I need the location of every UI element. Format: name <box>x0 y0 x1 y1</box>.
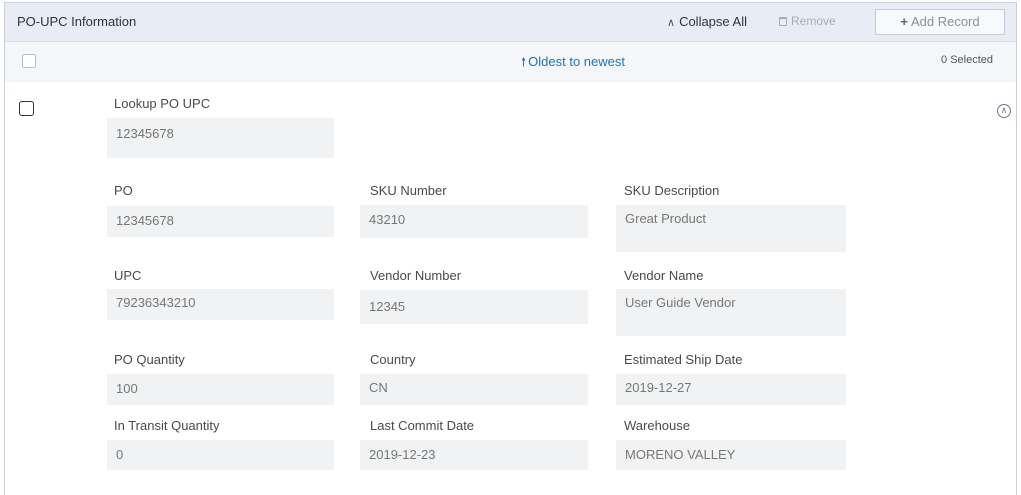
vendor-number-field: 12345 <box>360 290 588 324</box>
country-field: CN <box>360 374 588 405</box>
sku-number-label: SKU Number <box>370 183 447 198</box>
lookup-po-upc-label: Lookup PO UPC <box>114 96 211 111</box>
collapse-all-label: Collapse All <box>679 14 747 29</box>
po-label: PO <box>114 183 133 198</box>
vendor-number-label: Vendor Number <box>370 268 462 283</box>
add-record-label: Add Record <box>910 14 980 29</box>
lookup-po-upc-field[interactable]: 12345678 <box>107 118 334 158</box>
remove-button[interactable]: Remove <box>779 14 836 28</box>
panel-header: PO-UPC Information ∧ Collapse All Remove … <box>5 3 1016 42</box>
select-all-checkbox[interactable] <box>22 54 36 68</box>
vendor-name-label: Vendor Name <box>624 268 704 283</box>
estimated-ship-date-label: Estimated Ship Date <box>624 352 743 367</box>
sku-number-field: 43210 <box>360 205 588 238</box>
po-quantity-label: PO Quantity <box>114 352 185 367</box>
remove-label: Remove <box>791 14 836 28</box>
in-transit-quantity-field: 0 <box>107 440 334 470</box>
upc-label: UPC <box>114 268 142 283</box>
po-quantity-field: 100 <box>107 374 334 405</box>
in-transit-quantity-label: In Transit Quantity <box>114 418 220 433</box>
vendor-name-field: User Guide Vendor <box>616 289 846 336</box>
plus-icon: + <box>900 14 908 29</box>
sort-order-label: Oldest to newest <box>528 54 625 69</box>
selected-count: 0 Selected <box>941 54 993 66</box>
warehouse-field: MORENO VALLEY <box>616 440 846 470</box>
country-label: Country <box>370 352 416 367</box>
sort-order-toggle[interactable]: 🠕 Oldest to newest <box>521 53 625 74</box>
po-field: 12345678 <box>107 206 334 237</box>
record-checkbox[interactable] <box>19 101 34 116</box>
trash-icon <box>779 17 787 26</box>
last-commit-date-field: 2019-12-23 <box>360 440 588 470</box>
collapse-all-button[interactable]: ∧ Collapse All <box>667 14 747 29</box>
add-record-button[interactable]: + Add Record <box>875 9 1005 35</box>
upc-field: 79236343210 <box>107 289 334 320</box>
arrow-up-icon: 🠕 <box>521 55 527 69</box>
last-commit-date-label: Last Commit Date <box>370 418 475 433</box>
estimated-ship-date-field: 2019-12-27 <box>616 374 846 405</box>
warehouse-label: Warehouse <box>624 418 690 433</box>
chevron-up-circle-icon[interactable]: ∧ <box>997 104 1011 118</box>
panel-title: PO-UPC Information <box>17 14 137 29</box>
sku-description-label: SKU Description <box>624 183 720 198</box>
sku-description-field: Great Product <box>616 205 846 252</box>
list-toolbar: 🠕 Oldest to newest 0 Selected <box>5 42 1016 82</box>
chevron-double-up-icon: ∧ <box>667 17 676 29</box>
